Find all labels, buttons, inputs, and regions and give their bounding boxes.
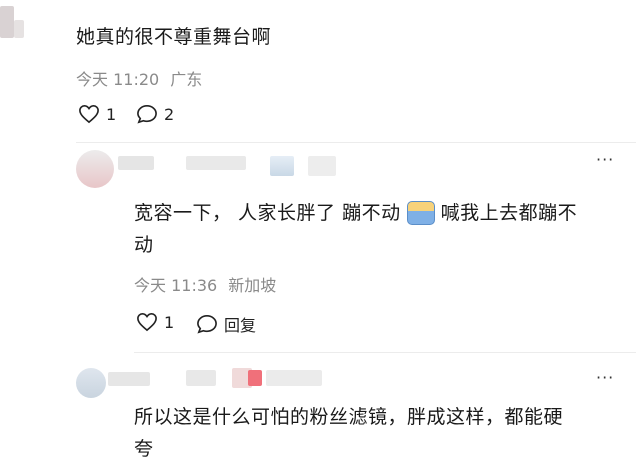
avatar-blurred-2 [14,20,24,38]
username-blurred [108,372,150,386]
badge-blurred [186,370,216,386]
comment-text: 她真的很不尊重舞台啊 [76,26,272,48]
comment-text-line: 所以这是什么可怕的粉丝滤镜，胖成这样，都能硬 [134,406,564,428]
avatar-blurred [76,150,114,188]
comment-location: 新加坡 [228,276,277,295]
comment-location: 广东 [170,70,203,89]
comment-text-line: 夸 [134,438,154,460]
reply-button[interactable]: 2 [136,104,174,124]
badge-blurred [248,370,262,386]
comment-meta: 今天 11:20 广东 [76,66,202,90]
divider [76,142,636,143]
more-dots-icon[interactable]: ··· [596,150,614,169]
emoji-sticker-icon [406,201,435,225]
username-blurred [118,156,154,170]
heart-outline-icon [79,104,99,124]
like-button[interactable]: 1 [78,104,116,124]
badge-blurred [186,156,246,170]
badge-blurred [308,156,336,176]
reply-button[interactable]: 回复 [196,312,256,336]
like-count: 1 [164,312,175,332]
avatar-blurred [76,368,106,398]
speech-bubble-icon [137,104,157,124]
comment-text-line: 动 [134,234,154,256]
divider [134,352,636,353]
like-count: 1 [106,104,117,124]
heart-outline-icon [137,312,157,332]
comment-text-part: 宽容一下， 人家长胖了 蹦不动 [134,202,401,224]
reply-label: 回复 [224,316,257,335]
like-button[interactable]: 1 [136,312,174,332]
badge-blurred [266,370,322,386]
badge-blurred [270,156,294,176]
comment-text-line: 宽容一下， 人家长胖了 蹦不动 喊我上去都蹦不 [134,198,577,228]
comment-meta: 今天 11:36 新加坡 [134,272,276,296]
comment-text-part: 喊我上去都蹦不 [440,202,578,224]
speech-bubble-icon [197,314,217,334]
comment-time: 今天 11:36 [134,276,218,295]
avatar-blurred [0,6,14,38]
comment-time: 今天 11:20 [76,70,160,89]
reply-count: 2 [164,104,175,124]
more-dots-icon[interactable]: ··· [596,368,614,387]
